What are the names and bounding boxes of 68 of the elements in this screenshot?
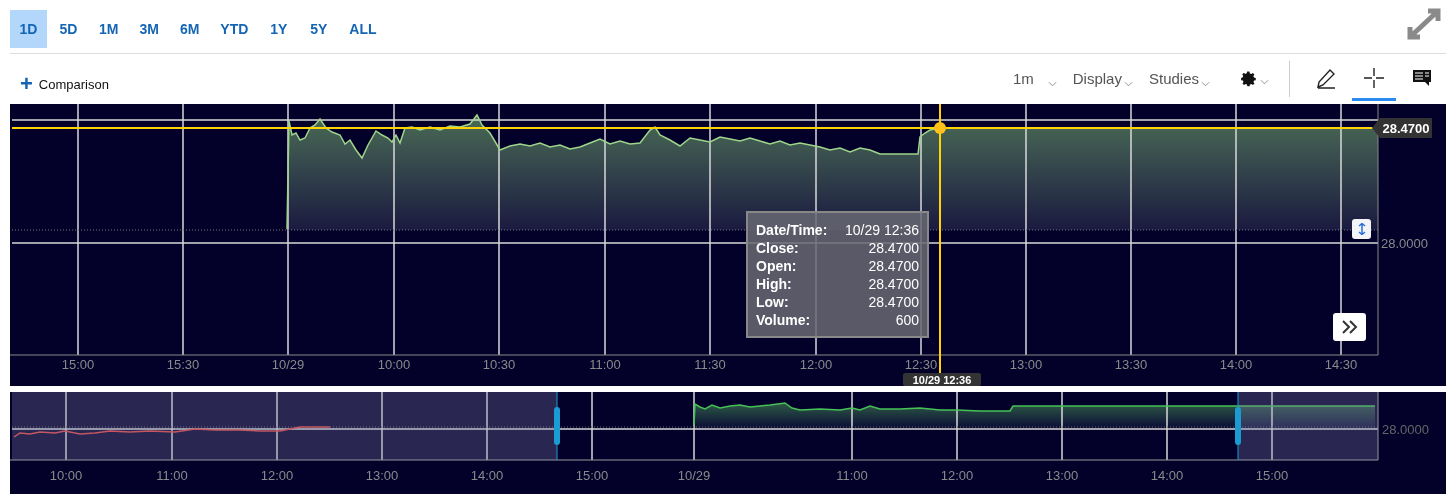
range-tab[interactable]: 1M	[90, 10, 128, 48]
axis-label: 15:00	[575, 468, 609, 483]
axis-label: 13:00	[1045, 468, 1079, 483]
tooltip-value: 28.4700	[867, 294, 919, 311]
axis-label: 14:00	[470, 468, 504, 483]
tooltip-label: Date/Time:	[756, 222, 828, 239]
axis-label: 14:00	[1150, 468, 1184, 483]
pencil-icon	[1315, 66, 1337, 89]
tooltip-label: Close:	[756, 240, 800, 257]
tooltip-label: Volume:	[756, 312, 812, 329]
axis-label: 12:30	[904, 357, 938, 372]
tooltip-value: 28.4700	[867, 240, 919, 257]
tooltip-value: 10/29 12:36	[844, 222, 919, 239]
settings-icon	[1240, 70, 1258, 88]
menu-dropdown[interactable]: Display	[1064, 64, 1141, 94]
range-tab[interactable]: 1Y	[260, 10, 298, 48]
range-tab[interactable]: YTD	[211, 10, 258, 48]
axis-label: 10/29	[271, 357, 305, 372]
axis-label: 14:30	[1324, 357, 1358, 372]
axis-label: 15:00	[1255, 468, 1289, 483]
double-chevron-icon	[1340, 320, 1359, 334]
axis-label: 12:00	[799, 357, 833, 372]
axis-label: 13:00	[1009, 357, 1043, 372]
axis-label: 12:00	[260, 468, 294, 483]
axis-label: 28.0000	[1382, 422, 1429, 437]
interval-dropdown[interactable]: 1m	[1004, 64, 1065, 94]
range-tab[interactable]: ALL	[340, 10, 386, 48]
axis-label: 11:00	[836, 468, 868, 483]
axis-label: 11:00	[589, 357, 621, 372]
menu-dropdown[interactable]: Studies	[1140, 64, 1218, 94]
range-tab[interactable]: 6M	[170, 10, 209, 48]
tooltip-label: High:	[756, 276, 793, 293]
scroll-to-end-button[interactable]	[1333, 313, 1366, 341]
axis-label: 10:00	[49, 468, 83, 483]
chevron-icon	[1123, 81, 1133, 87]
tooltip-label: Open:	[756, 258, 798, 275]
range-tab[interactable]: 3M	[130, 10, 168, 48]
crosshair-dot	[934, 122, 946, 134]
range-handle[interactable]	[1235, 392, 1241, 461]
axis-label: 10:00	[377, 357, 411, 372]
up-down-arrow-icon	[1357, 223, 1366, 235]
range-tab[interactable]: 1D	[10, 10, 47, 48]
scale-button[interactable]	[1352, 219, 1371, 239]
axis-label: 13:00	[365, 468, 399, 483]
axis-label: 15:30	[166, 357, 200, 372]
tooltip-value: 28.4700	[867, 258, 919, 275]
chevron-icon	[1260, 79, 1269, 85]
axis-label: 28.0000	[1381, 236, 1428, 251]
axis-label: 12:00	[940, 468, 974, 483]
crosshair-time-label: 10/29 12:36	[903, 373, 981, 386]
comparison-button[interactable]: + Comparison	[20, 73, 109, 95]
range-handle[interactable]	[554, 392, 560, 461]
crosshair-icon	[1363, 66, 1385, 89]
axis-label: 11:00	[156, 468, 188, 483]
axis-label: 15:00	[61, 357, 95, 372]
axis-label: 10:30	[482, 357, 516, 372]
axis-label: 13:30	[1114, 357, 1148, 372]
chevron-icon	[1047, 81, 1057, 87]
price-badge: 28.4700	[1372, 118, 1432, 138]
axis-label: 10/29	[677, 468, 711, 483]
chevron-icon	[1201, 81, 1210, 87]
axis-label: 14:00	[1219, 357, 1253, 372]
tooltip-value: 600	[894, 312, 919, 329]
tooltip-value: 28.4700	[867, 276, 919, 293]
range-tab[interactable]: 5D	[50, 10, 87, 48]
axis-label: 11:30	[694, 357, 726, 372]
tooltip-label: Low:	[756, 294, 790, 311]
range-tab[interactable]: 5Y	[300, 10, 338, 48]
